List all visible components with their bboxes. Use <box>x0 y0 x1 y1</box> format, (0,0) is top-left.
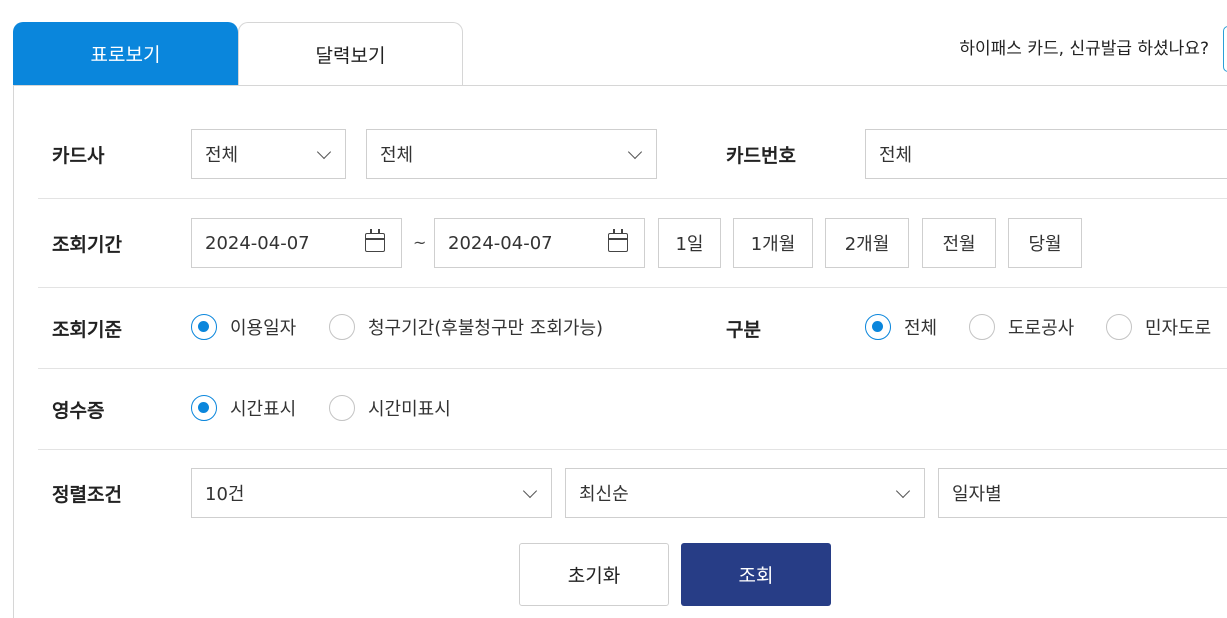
period-label: 조회기간 <box>52 234 122 256</box>
receipt-option-label: 시간표시 <box>230 399 297 420</box>
chevron-down-icon <box>627 144 643 160</box>
criteria-option-billing-period[interactable]: 청구기간(후불청구만 조회가능) <box>329 314 603 340</box>
radio-unselected-icon[interactable] <box>329 314 355 340</box>
receipt-option-hide-time[interactable]: 시간미표시 <box>329 395 451 421</box>
card-number-label: 카드번호 <box>726 145 796 167</box>
category-option-label: 전체 <box>904 318 938 339</box>
sort-group-value: 일자별 <box>952 484 1002 505</box>
category-option-expressway[interactable]: 도로공사 <box>969 314 1074 340</box>
quick-this-month-button[interactable]: 당월 <box>1008 218 1082 268</box>
quick-1month-button[interactable]: 1개월 <box>733 218 813 268</box>
category-label: 구분 <box>726 319 761 341</box>
card-company-label: 카드사 <box>52 145 105 167</box>
card-type-select-value: 전체 <box>380 145 414 166</box>
receipt-option-show-time[interactable]: 시간표시 <box>191 395 296 421</box>
sort-count-select[interactable]: 10건 <box>191 468 552 518</box>
hipass-notice-text: 하이패스 카드, 신규발급 하셨나요? <box>959 39 1209 59</box>
row-divider <box>38 198 1227 199</box>
quick-1day-button[interactable]: 1일 <box>658 218 721 268</box>
category-option-all[interactable]: 전체 <box>865 314 937 340</box>
criteria-option-label: 이용일자 <box>230 318 297 339</box>
date-range-separator: ~ <box>413 233 427 252</box>
card-company-select[interactable]: 전체 <box>191 129 346 179</box>
sort-count-value: 10건 <box>205 484 245 505</box>
calendar-icon[interactable] <box>608 229 628 252</box>
criteria-option-label: 청구기간(후불청구만 조회가능) <box>368 318 604 339</box>
card-company-select-value: 전체 <box>205 145 239 166</box>
reset-button[interactable]: 초기화 <box>519 543 669 606</box>
category-option-private-road[interactable]: 민자도로 <box>1106 314 1211 340</box>
category-option-label: 민자도로 <box>1145 318 1212 339</box>
row-divider <box>38 449 1227 450</box>
tab-calendar-view[interactable]: 달력보기 <box>238 22 463 85</box>
radio-selected-icon[interactable] <box>865 314 891 340</box>
sort-order-value: 최신순 <box>579 484 629 505</box>
receipt-label: 영수증 <box>52 400 105 422</box>
radio-unselected-icon[interactable] <box>969 314 995 340</box>
notice-button-edge[interactable] <box>1223 26 1227 72</box>
row-divider <box>38 287 1227 288</box>
radio-selected-icon[interactable] <box>191 395 217 421</box>
chevron-down-icon <box>316 144 332 160</box>
chevron-down-icon <box>522 483 538 499</box>
sort-label: 정렬조건 <box>52 484 122 506</box>
end-date-input[interactable]: 2024-04-07 <box>434 218 645 268</box>
search-button[interactable]: 조회 <box>681 543 831 606</box>
quick-2month-button[interactable]: 2개월 <box>825 218 909 268</box>
calendar-icon[interactable] <box>365 229 385 252</box>
chevron-down-icon <box>895 483 911 499</box>
category-option-label: 도로공사 <box>1008 318 1075 339</box>
radio-unselected-icon[interactable] <box>329 395 355 421</box>
card-number-value: 전체 <box>879 145 913 166</box>
sort-order-select[interactable]: 최신순 <box>565 468 925 518</box>
start-date-value: 2024-04-07 <box>205 232 310 254</box>
tab-table-view[interactable]: 표로보기 <box>13 22 238 85</box>
criteria-label: 조회기준 <box>52 319 122 341</box>
end-date-value: 2024-04-07 <box>448 232 553 254</box>
card-number-select[interactable]: 전체 <box>865 129 1227 179</box>
sort-group-select[interactable]: 일자별 <box>938 468 1227 518</box>
criteria-option-usage-date[interactable]: 이용일자 <box>191 314 296 340</box>
receipt-option-label: 시간미표시 <box>368 399 451 420</box>
radio-unselected-icon[interactable] <box>1106 314 1132 340</box>
card-type-select[interactable]: 전체 <box>366 129 657 179</box>
start-date-input[interactable]: 2024-04-07 <box>191 218 402 268</box>
radio-selected-icon[interactable] <box>191 314 217 340</box>
row-divider <box>38 368 1227 369</box>
quick-prev-month-button[interactable]: 전월 <box>922 218 996 268</box>
